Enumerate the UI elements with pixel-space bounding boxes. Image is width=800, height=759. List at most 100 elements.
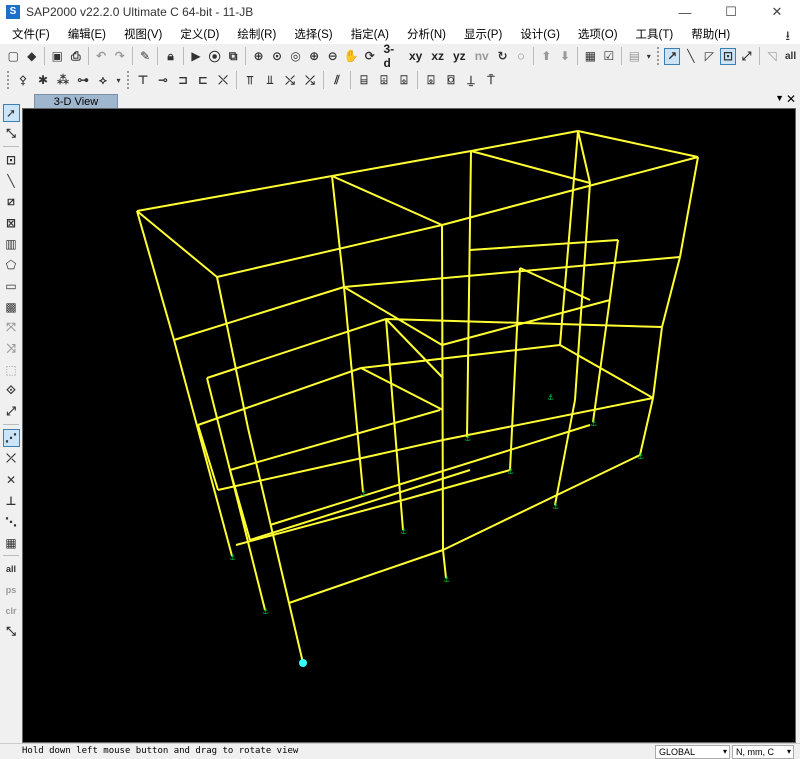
quick-draw-secondary-icon[interactable]: ▥ bbox=[3, 235, 20, 253]
undo-icon[interactable]: ↶ bbox=[93, 48, 109, 65]
frame-beam[interactable] bbox=[229, 409, 441, 471]
frame-beam[interactable] bbox=[577, 130, 591, 184]
frame-offset-icon[interactable]: ⊐ bbox=[175, 72, 192, 89]
frame-axes-icon[interactable]: ⤬ bbox=[215, 72, 232, 89]
draw-frame-line-icon[interactable]: ╲ bbox=[3, 172, 20, 190]
move-up-icon[interactable]: ⬆ bbox=[539, 48, 555, 65]
menu-draw[interactable]: 绘制(R) bbox=[237, 26, 276, 42]
draw-rect-area-icon[interactable]: ▭ bbox=[3, 277, 20, 295]
frame-beam[interactable] bbox=[442, 397, 654, 441]
show-stresses-icon[interactable]: ⌺ bbox=[396, 72, 413, 89]
area-section-icon[interactable]: ⫽ bbox=[329, 72, 346, 89]
frame-strain-icon[interactable]: ⤰ bbox=[302, 72, 319, 89]
menu-design[interactable]: 设计(G) bbox=[520, 26, 560, 42]
draw-frame-icon[interactable]: ╲ bbox=[683, 48, 699, 65]
draw-joint-icon[interactable]: ⊡ bbox=[3, 151, 20, 169]
frame-column[interactable] bbox=[216, 276, 249, 429]
support-restraint-icon[interactable]: ⚓ bbox=[507, 467, 514, 476]
frame-beam[interactable] bbox=[441, 299, 611, 346]
draw-dimension-icon[interactable]: ⤢ bbox=[3, 403, 20, 421]
menu-help[interactable]: 帮助(H) bbox=[691, 26, 730, 42]
select-all-icon[interactable]: all bbox=[783, 48, 799, 65]
draw-tendon-icon[interactable]: ⤨ bbox=[3, 340, 20, 358]
draw-area-icon[interactable]: ◸ bbox=[702, 48, 718, 65]
draw-solid-icon[interactable]: ⬚ bbox=[3, 361, 20, 379]
frame-beam[interactable] bbox=[343, 286, 443, 346]
zoom-out-icon[interactable]: ⊖ bbox=[325, 48, 341, 65]
frame-beam[interactable] bbox=[519, 267, 591, 301]
coordinate-system-select[interactable]: GLOBAL ▾ bbox=[655, 745, 730, 759]
reshape-icon[interactable]: ⤢ bbox=[739, 48, 755, 65]
frame-beam[interactable] bbox=[469, 239, 619, 251]
draw-point-icon[interactable]: ↗ bbox=[664, 47, 681, 65]
show-undeformed-icon[interactable]: ⌸ bbox=[356, 72, 373, 89]
quick-draw-brace-icon[interactable]: ⊠ bbox=[3, 214, 20, 232]
snap-ends-icon[interactable]: ⤫ bbox=[3, 450, 20, 468]
zoom-in-icon[interactable]: ⊕ bbox=[306, 48, 322, 65]
frame-beam[interactable] bbox=[136, 210, 218, 278]
frame-temp-load-icon[interactable]: ⤯ bbox=[282, 72, 299, 89]
frame-beam[interactable] bbox=[249, 469, 471, 541]
run-options-icon[interactable]: ⦿ bbox=[207, 48, 223, 65]
support-restraint-icon[interactable]: ⚓ bbox=[590, 419, 597, 428]
menu-assign[interactable]: 指定(A) bbox=[351, 26, 389, 42]
support-restraint-icon[interactable]: ⚓ bbox=[262, 607, 269, 616]
snap-perpendicular-icon[interactable]: ⊥ bbox=[3, 492, 20, 510]
frame-column[interactable] bbox=[288, 602, 304, 664]
menu-tools[interactable]: 工具(T) bbox=[636, 26, 674, 42]
draw-section-cut-icon[interactable]: ⟐ bbox=[3, 382, 20, 400]
menu-analyze[interactable]: 分析(N) bbox=[407, 26, 446, 42]
frame-load-icon[interactable]: ⊏ bbox=[195, 72, 212, 89]
pointer-icon[interactable]: ➚ bbox=[2, 103, 20, 122]
rotate-view-icon[interactable]: ↻ bbox=[495, 48, 511, 65]
show-results-icon[interactable]: ⍑ bbox=[483, 72, 500, 89]
frame-column[interactable] bbox=[136, 210, 175, 341]
frame-beam[interactable] bbox=[331, 150, 472, 177]
frame-column[interactable] bbox=[466, 150, 472, 438]
frame-beam[interactable] bbox=[559, 344, 654, 399]
frame-beam[interactable] bbox=[360, 367, 444, 411]
view-xz-button[interactable]: xz bbox=[428, 48, 447, 65]
view-3d-button[interactable]: 3-d bbox=[381, 42, 403, 70]
run-analysis-icon[interactable]: ▶ bbox=[188, 48, 204, 65]
frame-dist-load-icon[interactable]: ⫪ bbox=[242, 72, 259, 89]
frame-beam[interactable] bbox=[269, 424, 591, 526]
joint-mass-icon[interactable]: ⊶ bbox=[75, 72, 92, 89]
quick-draw-frame-icon[interactable]: ⧄ bbox=[3, 193, 20, 211]
frame-beam[interactable] bbox=[343, 256, 681, 288]
frame-beam[interactable] bbox=[442, 454, 641, 551]
frame-column[interactable] bbox=[639, 397, 654, 456]
select-prev-icon[interactable]: ◹ bbox=[764, 48, 780, 65]
frame-beam[interactable] bbox=[577, 130, 699, 158]
support-restraint-icon[interactable]: ⚓ bbox=[400, 527, 407, 536]
get-previous-selection-icon[interactable]: ps bbox=[3, 581, 20, 599]
clear-selection-icon[interactable]: clr bbox=[3, 602, 20, 620]
view-xy-button[interactable]: xy bbox=[406, 48, 425, 65]
check-icon[interactable]: ☑ bbox=[601, 48, 617, 65]
frame-beam[interactable] bbox=[173, 286, 345, 341]
tab-dropdown-icon[interactable]: ▼ bbox=[775, 93, 784, 103]
frame-section-icon[interactable]: ⊤ bbox=[135, 72, 152, 89]
display-options-icon[interactable]: ▦ bbox=[583, 48, 599, 65]
draw-link-icon[interactable]: ⤧ bbox=[3, 319, 20, 337]
zoom-full-icon[interactable]: ◎ bbox=[288, 48, 304, 65]
pan-icon[interactable]: ✋ bbox=[343, 48, 359, 65]
frame-point-load-icon[interactable]: ⫫ bbox=[262, 72, 279, 89]
frame-column[interactable] bbox=[592, 239, 619, 423]
tab-3d-view[interactable]: 3-D View bbox=[34, 94, 118, 108]
reshaper-icon[interactable]: ⤡ bbox=[3, 125, 20, 143]
close-window-button[interactable]: ✕ bbox=[754, 0, 800, 24]
view-yz-button[interactable]: yz bbox=[450, 48, 469, 65]
maximize-button[interactable]: ☐ bbox=[708, 0, 754, 24]
frame-column[interactable] bbox=[661, 256, 681, 328]
copy-icon[interactable]: ⧉ bbox=[225, 48, 241, 65]
menu-edit[interactable]: 编辑(E) bbox=[68, 26, 106, 42]
snap-intersections-icon[interactable]: ✕ bbox=[3, 471, 20, 489]
frame-beam[interactable] bbox=[216, 224, 443, 278]
3d-model-viewport[interactable]: ⚓ ⚓ ⚓ ⚓ ⚓ ⚓ ⚓ ⚓ ⚓ ⚓ ⚓ bbox=[22, 108, 796, 743]
menu-file[interactable]: 文件(F) bbox=[12, 26, 50, 42]
redo-icon[interactable]: ↷ bbox=[112, 48, 128, 65]
frame-column[interactable] bbox=[509, 267, 521, 471]
frame-column[interactable] bbox=[679, 156, 699, 258]
quick-draw-area-icon[interactable]: ▩ bbox=[3, 298, 20, 316]
